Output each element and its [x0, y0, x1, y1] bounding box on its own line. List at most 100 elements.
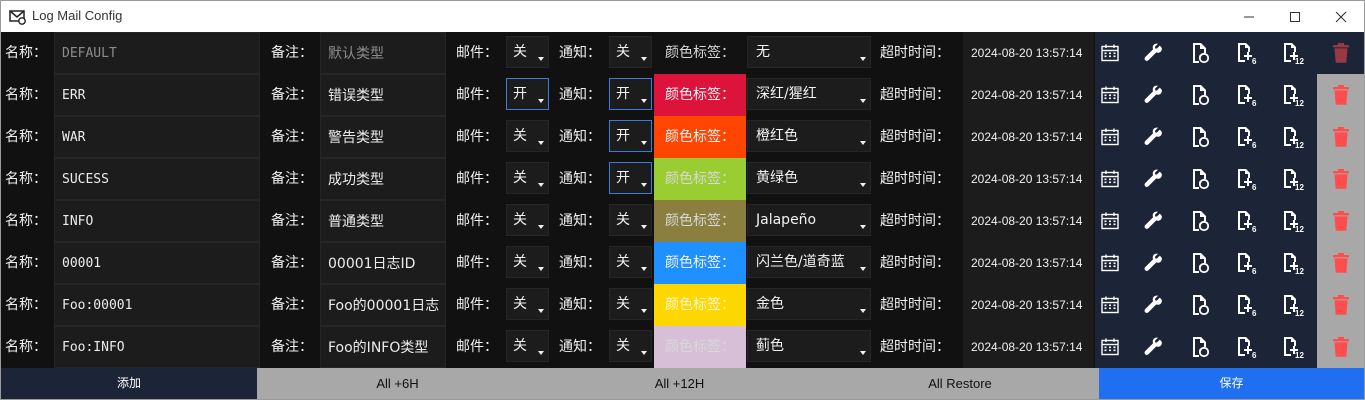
- calendar-button[interactable]: [1095, 32, 1125, 74]
- delete-button[interactable]: [1317, 158, 1364, 200]
- color-select[interactable]: 金色: [747, 288, 871, 320]
- add-12h-button[interactable]: 12: [1275, 116, 1313, 158]
- remark-input[interactable]: Foo的00001日志: [320, 284, 446, 326]
- file-restore-button[interactable]: [1181, 32, 1219, 74]
- name-input[interactable]: Foo:INFO: [54, 326, 260, 368]
- timeout-value[interactable]: 2024-08-20 13:57:14: [963, 32, 1094, 74]
- wrench-button[interactable]: [1134, 284, 1172, 326]
- notify-select[interactable]: 开: [609, 120, 652, 152]
- add-12h-button[interactable]: 12: [1275, 74, 1313, 116]
- add-6h-button[interactable]: 6: [1228, 116, 1266, 158]
- file-restore-button[interactable]: [1181, 284, 1219, 326]
- name-input[interactable]: 00001: [54, 242, 260, 284]
- delete-button[interactable]: [1317, 242, 1364, 284]
- name-input[interactable]: ERR: [54, 74, 260, 116]
- add-12h-button[interactable]: 12: [1275, 200, 1313, 242]
- add-12h-button[interactable]: 12: [1275, 242, 1313, 284]
- remark-input[interactable]: 00001日志ID: [320, 242, 446, 284]
- delete-button[interactable]: [1317, 116, 1364, 158]
- delete-button[interactable]: [1317, 326, 1364, 368]
- add-button[interactable]: 添加: [1, 368, 257, 399]
- calendar-button[interactable]: [1095, 116, 1125, 158]
- add-6h-button[interactable]: 6: [1228, 326, 1266, 368]
- calendar-button[interactable]: [1095, 74, 1125, 116]
- file-restore-button[interactable]: [1181, 158, 1219, 200]
- notify-select[interactable]: 关: [609, 204, 652, 236]
- delete-button[interactable]: [1317, 200, 1364, 242]
- remark-input[interactable]: 错误类型: [320, 74, 446, 116]
- color-select[interactable]: 无: [747, 36, 871, 68]
- name-input[interactable]: WAR: [54, 116, 260, 158]
- wrench-button[interactable]: [1134, 242, 1172, 284]
- file-restore-button[interactable]: [1181, 326, 1219, 368]
- timeout-value[interactable]: 2024-08-20 13:57:14: [963, 284, 1094, 326]
- add-6h-button[interactable]: 6: [1228, 284, 1266, 326]
- mail-select[interactable]: 关: [506, 288, 549, 320]
- maximize-button[interactable]: [1272, 1, 1318, 32]
- notify-select[interactable]: 关: [609, 288, 652, 320]
- remark-input[interactable]: 警告类型: [320, 116, 446, 158]
- all-restore-button[interactable]: All Restore: [821, 368, 1099, 399]
- wrench-button[interactable]: [1134, 158, 1172, 200]
- title-bar[interactable]: Log Mail Config: [1, 1, 1364, 32]
- timeout-value[interactable]: 2024-08-20 13:57:14: [963, 242, 1094, 284]
- notify-select[interactable]: 关: [609, 330, 652, 362]
- wrench-button[interactable]: [1134, 116, 1172, 158]
- remark-input[interactable]: Foo的INFO类型: [320, 326, 446, 368]
- notify-select[interactable]: 关: [609, 36, 652, 68]
- name-input[interactable]: SUCESS: [54, 158, 260, 200]
- timeout-value[interactable]: 2024-08-20 13:57:14: [963, 326, 1094, 368]
- add-6h-button[interactable]: 6: [1228, 32, 1266, 74]
- color-select[interactable]: Jalapeño: [747, 204, 871, 236]
- add-6h-button[interactable]: 6: [1228, 158, 1266, 200]
- remark-input[interactable]: 成功类型: [320, 158, 446, 200]
- minimize-button[interactable]: [1226, 1, 1272, 32]
- timeout-value[interactable]: 2024-08-20 13:57:14: [963, 74, 1094, 116]
- add-12h-button[interactable]: 12: [1275, 284, 1313, 326]
- calendar-button[interactable]: [1095, 326, 1125, 368]
- mail-select[interactable]: 关: [506, 204, 549, 236]
- calendar-button[interactable]: [1095, 284, 1125, 326]
- remark-input[interactable]: 普通类型: [320, 200, 446, 242]
- timeout-value[interactable]: 2024-08-20 13:57:14: [963, 200, 1094, 242]
- mail-select[interactable]: 关: [506, 162, 549, 194]
- mail-select[interactable]: 关: [506, 246, 549, 278]
- wrench-button[interactable]: [1134, 74, 1172, 116]
- file-restore-button[interactable]: [1181, 74, 1219, 116]
- color-select[interactable]: 蓟色: [747, 330, 871, 362]
- timeout-value[interactable]: 2024-08-20 13:57:14: [963, 158, 1094, 200]
- delete-button[interactable]: [1317, 74, 1364, 116]
- calendar-button[interactable]: [1095, 242, 1125, 284]
- notify-select[interactable]: 开: [609, 162, 652, 194]
- name-input[interactable]: INFO: [54, 200, 260, 242]
- file-restore-button[interactable]: [1181, 242, 1219, 284]
- file-restore-button[interactable]: [1181, 200, 1219, 242]
- wrench-button[interactable]: [1134, 32, 1172, 74]
- delete-button[interactable]: [1317, 284, 1364, 326]
- add-12h-button[interactable]: 12: [1275, 158, 1313, 200]
- wrench-button[interactable]: [1134, 200, 1172, 242]
- mail-select[interactable]: 开: [506, 78, 549, 110]
- add-6h-button[interactable]: 6: [1228, 74, 1266, 116]
- color-select[interactable]: 橙红色: [747, 120, 871, 152]
- notify-select[interactable]: 开: [609, 78, 652, 110]
- color-select[interactable]: 闪兰色/道奇蓝: [747, 246, 871, 278]
- mail-select[interactable]: 关: [506, 120, 549, 152]
- all-add-12h-button[interactable]: All +12H: [538, 368, 821, 399]
- calendar-button[interactable]: [1095, 158, 1125, 200]
- add-12h-button[interactable]: 12: [1275, 326, 1313, 368]
- all-add-6h-button[interactable]: All +6H: [257, 368, 538, 399]
- add-6h-button[interactable]: 6: [1228, 200, 1266, 242]
- color-select[interactable]: 深红/猩红: [747, 78, 871, 110]
- color-select[interactable]: 黄绿色: [747, 162, 871, 194]
- wrench-button[interactable]: [1134, 326, 1172, 368]
- add-12h-button[interactable]: 12: [1275, 32, 1313, 74]
- name-input[interactable]: Foo:00001: [54, 284, 260, 326]
- file-restore-button[interactable]: [1181, 116, 1219, 158]
- add-6h-button[interactable]: 6: [1228, 242, 1266, 284]
- mail-select[interactable]: 关: [506, 330, 549, 362]
- timeout-value[interactable]: 2024-08-20 13:57:14: [963, 116, 1094, 158]
- notify-select[interactable]: 关: [609, 246, 652, 278]
- save-button[interactable]: 保存: [1099, 368, 1364, 399]
- mail-select[interactable]: 关: [506, 36, 549, 68]
